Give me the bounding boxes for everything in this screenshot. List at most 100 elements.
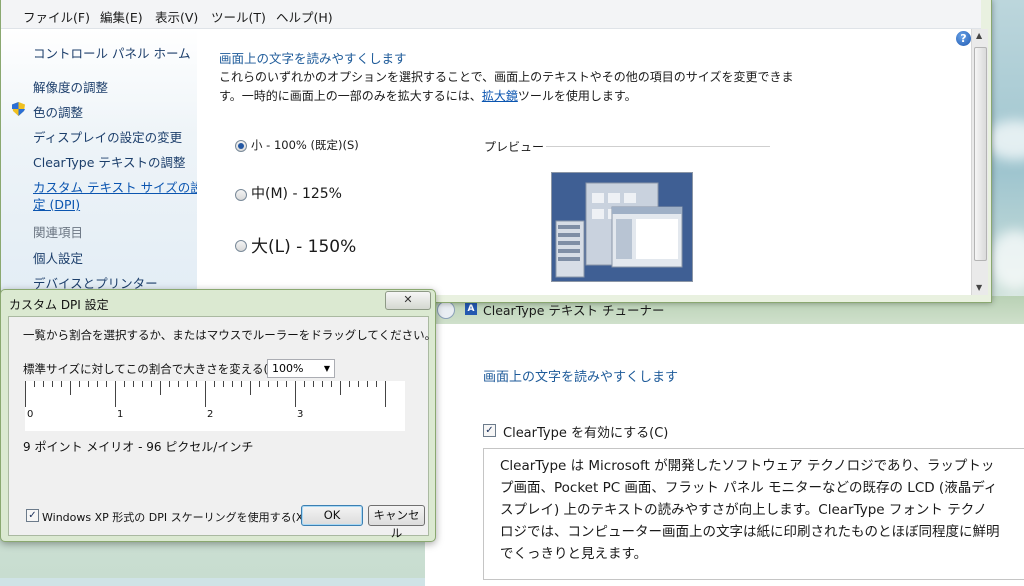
menu-view[interactable]: 表示(V) <box>155 7 198 26</box>
ruler-label-3: 3 <box>297 409 304 420</box>
scale-dropdown[interactable]: 100% ▼ <box>267 359 335 378</box>
description-line-2-end: ツールを使用します。 <box>517 89 637 103</box>
chevron-down-icon: ▼ <box>323 364 330 373</box>
cleartype-app-icon: A <box>465 303 477 315</box>
related-topics-heading: 関連項目 <box>33 225 84 240</box>
ruler-label-0: 0 <box>27 409 34 420</box>
ruler-tick <box>313 381 314 387</box>
ruler-tick <box>340 381 341 395</box>
ruler-tick <box>277 381 278 387</box>
ruler-tick <box>268 381 269 387</box>
cleartype-enable-checkbox[interactable]: ✓ <box>483 424 496 437</box>
ruler-tick <box>151 381 152 387</box>
scroll-up-arrow-icon[interactable]: ▲ <box>976 31 982 40</box>
scroll-down-arrow-icon[interactable]: ▼ <box>976 283 982 292</box>
ruler-tick <box>214 381 215 387</box>
ruler-tick <box>160 381 161 395</box>
help-icon[interactable]: ? <box>956 31 971 46</box>
ruler-tick <box>88 381 89 387</box>
xp-style-dpi-label: Windows XP 形式の DPI スケーリングを使用する(X) <box>42 511 308 524</box>
radio-larger-150[interactable] <box>235 240 247 252</box>
menu-file[interactable]: ファイル(F) <box>23 7 90 26</box>
cleartype-description: ClearType は Microsoft が開発したソフトウェア テクノロジで… <box>500 458 1000 562</box>
dialog-title: カスタム DPI 設定 <box>9 298 109 312</box>
radio-medium-125[interactable] <box>235 189 247 201</box>
magnifier-link[interactable]: 拡大鏡 <box>482 89 518 103</box>
close-icon[interactable]: ✕ <box>385 291 431 310</box>
ruler-tick <box>367 381 368 387</box>
description-text: これらのいずれかのオプションを選択することで、画面上のテキストやその他の項目のサ… <box>219 68 839 106</box>
ruler-tick <box>97 381 98 387</box>
nav-adjust-cleartype[interactable]: ClearType テキストの調整 <box>33 152 186 171</box>
ruler-tick <box>79 381 80 387</box>
ruler-tick <box>115 381 116 407</box>
ruler-tick <box>385 381 386 407</box>
menu-tools[interactable]: ツール(T) <box>211 7 266 26</box>
nav-calibrate-color[interactable]: 色の調整 <box>33 102 83 121</box>
vertical-scrollbar[interactable]: ▲ ▼ <box>971 29 988 295</box>
ruler-tick <box>142 381 143 387</box>
ruler-tick <box>43 381 44 387</box>
ruler-tick <box>61 381 62 387</box>
ruler-tick <box>304 381 305 387</box>
menu-help[interactable]: ヘルプ(H) <box>276 7 333 26</box>
scrollbar-thumb[interactable] <box>974 47 987 261</box>
uac-shield-icon <box>12 102 25 116</box>
ruler-tick <box>223 381 224 387</box>
cleartype-description-box: ClearType は Microsoft が開発したソフトウェア テクノロジで… <box>483 448 1024 580</box>
ruler-tick <box>286 381 287 387</box>
page-title: 画面上の文字を読みやすくします <box>219 51 407 66</box>
ruler-tick <box>25 381 26 407</box>
preview-label: プレビュー <box>484 140 545 154</box>
back-button[interactable] <box>437 301 455 319</box>
nav-change-display-settings[interactable]: ディスプレイの設定の変更 <box>33 127 182 146</box>
cleartype-enable-label: ClearType を有効にする(C) <box>503 426 669 441</box>
nav-custom-text-size-dpi-line2[interactable]: 定 (DPI) <box>33 194 80 213</box>
menu-bar: ファイル(F) 編集(E) 表示(V) ツール(T) ヘルプ(H) <box>1 0 981 29</box>
ruler-tick <box>52 381 53 387</box>
dialog-instruction: 一覧から割合を選択するか、またはマウスでルーラーをドラッグしてください。 <box>23 328 437 342</box>
scale-label: 標準サイズに対してこの割合で大きさを変える(S): <box>23 362 284 376</box>
nav-control-panel-home[interactable]: コントロール パネル ホーム <box>33 43 191 62</box>
ruler-tick <box>250 381 251 395</box>
dialog-body: 一覧から割合を選択するか、またはマウスでルーラーをドラッグしてください。 標準サ… <box>8 316 436 540</box>
ruler-tick <box>34 381 35 387</box>
ruler-tick <box>196 381 197 387</box>
ruler-tick <box>124 381 125 387</box>
description-line-1: これらのいずれかのオプションを選択することで、画面上のテキストやその他の項目のサ… <box>219 70 794 84</box>
ruler-tick <box>232 381 233 387</box>
radio-larger-150-label: 大(L) - 150% <box>251 237 357 257</box>
nav-adjust-resolution[interactable]: 解像度の調整 <box>33 77 108 96</box>
description-line-2: す。一時的に画面上の一部のみを拡大するには、拡大鏡ツールを使用します。 <box>219 87 839 106</box>
ruler-tick <box>241 381 242 387</box>
ruler-tick <box>169 381 170 387</box>
cleartype-heading: 画面上の文字を読みやすくします <box>483 370 679 385</box>
ruler-tick <box>106 381 107 387</box>
ruler-tick <box>349 381 350 387</box>
radio-smaller-100[interactable] <box>235 140 247 152</box>
ruler-tick <box>70 381 71 395</box>
ruler-tick <box>322 381 323 387</box>
preview-divider <box>546 146 770 147</box>
preview-windows-icon <box>552 173 692 281</box>
ruler-tick <box>259 381 260 387</box>
nav-personalization[interactable]: 個人設定 <box>33 248 83 267</box>
ruler-label-2: 2 <box>207 409 214 420</box>
ruler-label-1: 1 <box>117 409 124 420</box>
ok-button[interactable]: OK <box>301 505 363 526</box>
radio-smaller-100-label: 小 - 100% (既定)(S) <box>251 138 359 152</box>
scale-dropdown-value: 100% <box>272 362 304 375</box>
dpi-ruler[interactable]: 0 1 2 3 <box>25 381 405 431</box>
cancel-button[interactable]: キャンセル <box>368 505 425 540</box>
preview-image <box>551 172 693 282</box>
custom-dpi-dialog: カスタム DPI 設定 ✕ 一覧から割合を選択するか、またはマウスでルーラーをド… <box>0 289 436 542</box>
ruler-tick <box>358 381 359 387</box>
ruler-tick <box>295 381 296 407</box>
ruler-tick <box>178 381 179 387</box>
left-navigation-pane: コントロール パネル ホーム 解像度の調整 色の調整 ディスプレイの設定の変更 … <box>1 29 197 295</box>
xp-style-dpi-checkbox[interactable]: ✓ <box>26 509 39 522</box>
ruler-tick <box>187 381 188 387</box>
menu-edit[interactable]: 編集(E) <box>100 7 143 26</box>
ruler-tick <box>331 381 332 387</box>
ruler-tick <box>205 381 206 407</box>
